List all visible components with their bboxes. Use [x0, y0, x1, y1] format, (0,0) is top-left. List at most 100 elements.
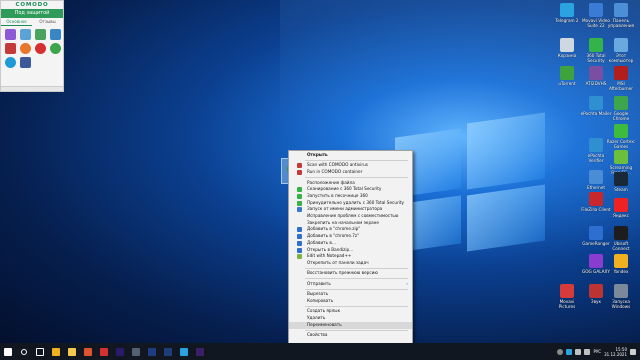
tray-telegram-icon[interactable] [566, 348, 573, 355]
epochta-mailer-icon [589, 96, 603, 110]
comodo-app-grid [1, 26, 63, 71]
desktop-icon[interactable]: Запуска Windows [605, 284, 637, 309]
menu-item[interactable]: Edit with Notepad++ [289, 253, 412, 260]
menu-item-label: Закрепить на начальном экране [307, 219, 379, 225]
menu-item[interactable]: Сканирование с 360 Total Security [289, 186, 412, 193]
language-indicator[interactable]: РУС [593, 349, 601, 354]
desktop-icon[interactable]: Яндекс [605, 198, 637, 218]
tray-app-icon[interactable] [557, 348, 564, 355]
menu-item[interactable]: Свойства [289, 332, 412, 339]
chevron-right-icon: › [406, 280, 408, 286]
skype-icon[interactable] [5, 57, 16, 68]
telegram-icon[interactable] [176, 343, 192, 360]
menu-item[interactable]: Принудительно удалить с 360 Total Securi… [289, 200, 412, 207]
virus-scan-icon[interactable] [5, 29, 16, 40]
desktop-icon[interactable]: Корзина [551, 38, 583, 58]
desktop-icon[interactable]: Панель управления [605, 3, 637, 28]
desktop-icon[interactable]: Telegram 2 [551, 3, 583, 23]
desktop-icon[interactable]: uTorrent [551, 66, 583, 86]
desktop-icon-label: Google Chrome [612, 111, 630, 121]
volume-icon[interactable] [584, 348, 591, 355]
menu-item[interactable]: Отправить › [289, 281, 412, 288]
comodo-collapse-handle[interactable] [1, 86, 63, 91]
filezilla-icon [589, 192, 603, 206]
comodo-tab-reviews[interactable]: Отзывы [32, 18, 63, 26]
desktop-icon[interactable]: Steam [605, 172, 637, 192]
comodo-widget: COMODO Под защитой Основное Отзывы [0, 0, 64, 92]
menu-item[interactable]: Переименовать [289, 321, 412, 329]
taskbar-apps [0, 343, 208, 360]
comodo-tab-main[interactable]: Основное [1, 18, 32, 26]
menu-item-label: Scan with COMODO antivirus [307, 162, 368, 168]
menu-item[interactable]: Создать ярлык [289, 308, 412, 315]
context-menu: Открыть Scan with COMODO antivirus Run in … [288, 150, 413, 346]
gameranger-icon [589, 226, 603, 240]
desktop-icon[interactable]: Yandex [605, 254, 637, 274]
menu-item[interactable]: Добавить в... [289, 240, 412, 247]
desktop-icon[interactable]: MSI Afterburner [605, 66, 637, 91]
ati-icon [589, 66, 603, 80]
photoshop-icon[interactable] [160, 343, 176, 360]
notifications-icon[interactable] [630, 348, 636, 355]
menu-item-label: Создать ярлык [307, 308, 341, 314]
app-icon[interactable] [128, 343, 144, 360]
yandex-browser-icon[interactable] [48, 343, 64, 360]
firefox-icon[interactable] [20, 43, 31, 54]
premiere-icon[interactable] [112, 343, 128, 360]
start-windows-icon[interactable] [0, 343, 16, 360]
menu-item[interactable]: Исправление проблем с совместимостью [289, 213, 412, 220]
menu-item[interactable]: Вырезать [289, 291, 412, 298]
menu-item[interactable]: Добавить в "chrome.7z" [289, 233, 412, 240]
menu-item-label: Принудительно удалить с 360 Total Securi… [307, 199, 404, 205]
ae-icon[interactable] [192, 343, 208, 360]
desktop-icon[interactable]: Movavi Pictures [551, 284, 583, 309]
menu-item[interactable]: Закрепить на начальном экране [289, 220, 412, 227]
menu-item[interactable]: Run in COMODO container [289, 169, 412, 176]
opera-icon[interactable] [35, 43, 46, 54]
menu-item-label: Восстановить прежнюю версию [307, 270, 378, 276]
chrome-icon[interactable] [50, 43, 61, 54]
menu-item[interactable]: Добавить в "chrome.zip" [289, 226, 412, 233]
menu-item[interactable]: Удалить [289, 315, 412, 322]
menu-item-label: Открыть [307, 152, 328, 157]
movavi-photo-icon [560, 284, 574, 298]
taskbar: РУС 15:50 31.12.2021 [0, 343, 640, 360]
clock-date: 31.12.2021 [604, 351, 627, 357]
container-icon[interactable] [50, 29, 61, 40]
opera-icon[interactable] [96, 343, 112, 360]
shield-icon[interactable] [35, 29, 46, 40]
menu-item[interactable]: Открепить от панели задач [289, 260, 412, 267]
search-icon[interactable] [16, 343, 32, 360]
admin-shield-icon [297, 207, 302, 213]
menu-item[interactable]: Расположение файла [289, 180, 412, 187]
task-view-icon[interactable] [32, 343, 48, 360]
360-sandbox-icon [297, 194, 302, 199]
comodo-status[interactable]: Под защитой [1, 9, 63, 18]
360-security-icon [589, 38, 603, 52]
menu-item[interactable]: Scan with COMODO antivirus [289, 162, 412, 169]
desktop-icon-label: Yandex [613, 269, 629, 274]
vegas-icon[interactable] [144, 343, 160, 360]
menu-item[interactable]: Запуск от имени администратора [289, 206, 412, 213]
menu-item[interactable]: Запустить в песочнице 360 [289, 193, 412, 200]
menu-item[interactable]: Копировать [289, 298, 412, 305]
file-explorer-icon[interactable] [64, 343, 80, 360]
desktop-icon[interactable]: Этот компьютер [605, 38, 637, 63]
desktop-icon[interactable]: Ubisoft Connect [605, 226, 637, 251]
menu-item-label: Вырезать [307, 291, 329, 297]
menu-item-label: Edit with Notepad++ [307, 253, 352, 259]
network-icon[interactable] [575, 348, 582, 355]
globe-icon[interactable] [20, 29, 31, 40]
search-icon-glyph [21, 348, 27, 355]
comodo-dragon-icon[interactable] [5, 43, 16, 54]
menu-item[interactable]: Восстановить прежнюю версию [289, 270, 412, 277]
ae-icon-glyph [196, 347, 204, 356]
clock[interactable]: 15:50 31.12.2021 [604, 347, 627, 357]
facebook-icon[interactable] [20, 57, 31, 68]
razer-icon [614, 124, 628, 138]
menu-item[interactable]: Открыть [289, 152, 412, 159]
desktop-icon[interactable]: Google Chrome [605, 96, 637, 121]
bandizip-icon [297, 247, 302, 253]
menu-item[interactable]: Открыть в Bandizip... [289, 247, 412, 254]
brave-icon[interactable] [80, 343, 96, 360]
